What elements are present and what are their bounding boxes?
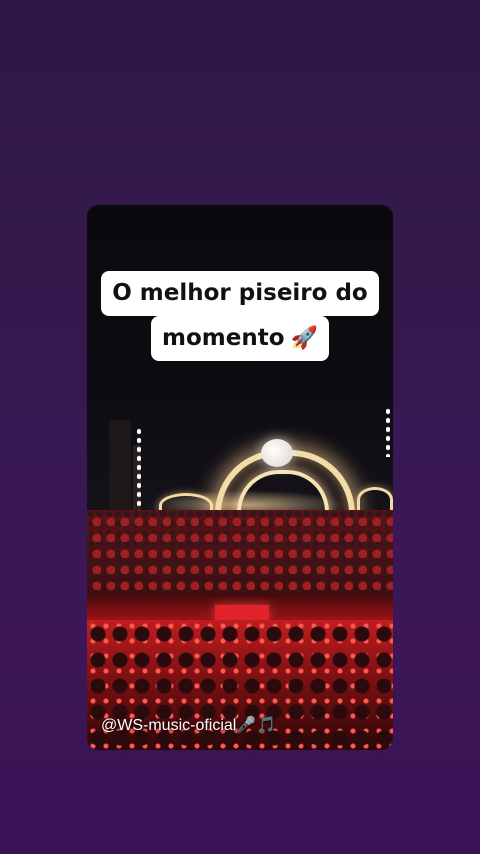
story-caption: O melhor piseiro do momento 🚀 [87,271,393,361]
stage-small-arch-right [357,487,393,512]
stage-globe [261,439,293,467]
creator-handle: @WS-music-oficial [101,717,237,734]
story-media-card[interactable]: O melhor piseiro do momento 🚀 @WS-music-o… [87,205,393,750]
caption-line-1: O melhor piseiro do [101,271,379,316]
rocket-icon: 🚀 [290,326,318,351]
crowd-upper [87,510,393,595]
light-tower-right [386,407,390,457]
microphone-music-note-icon: 🎤🎵 [236,717,277,734]
building-left [109,420,131,515]
caption-line-1-text: O melhor piseiro do [112,280,368,306]
light-tower-left [137,427,141,512]
caption-line-2-text: momento [162,325,285,351]
caption-line-2: momento 🚀 [151,316,329,361]
led-screen-logo [215,605,269,620]
creator-watermark: @WS-music-oficial🎤🎵 [101,715,276,735]
